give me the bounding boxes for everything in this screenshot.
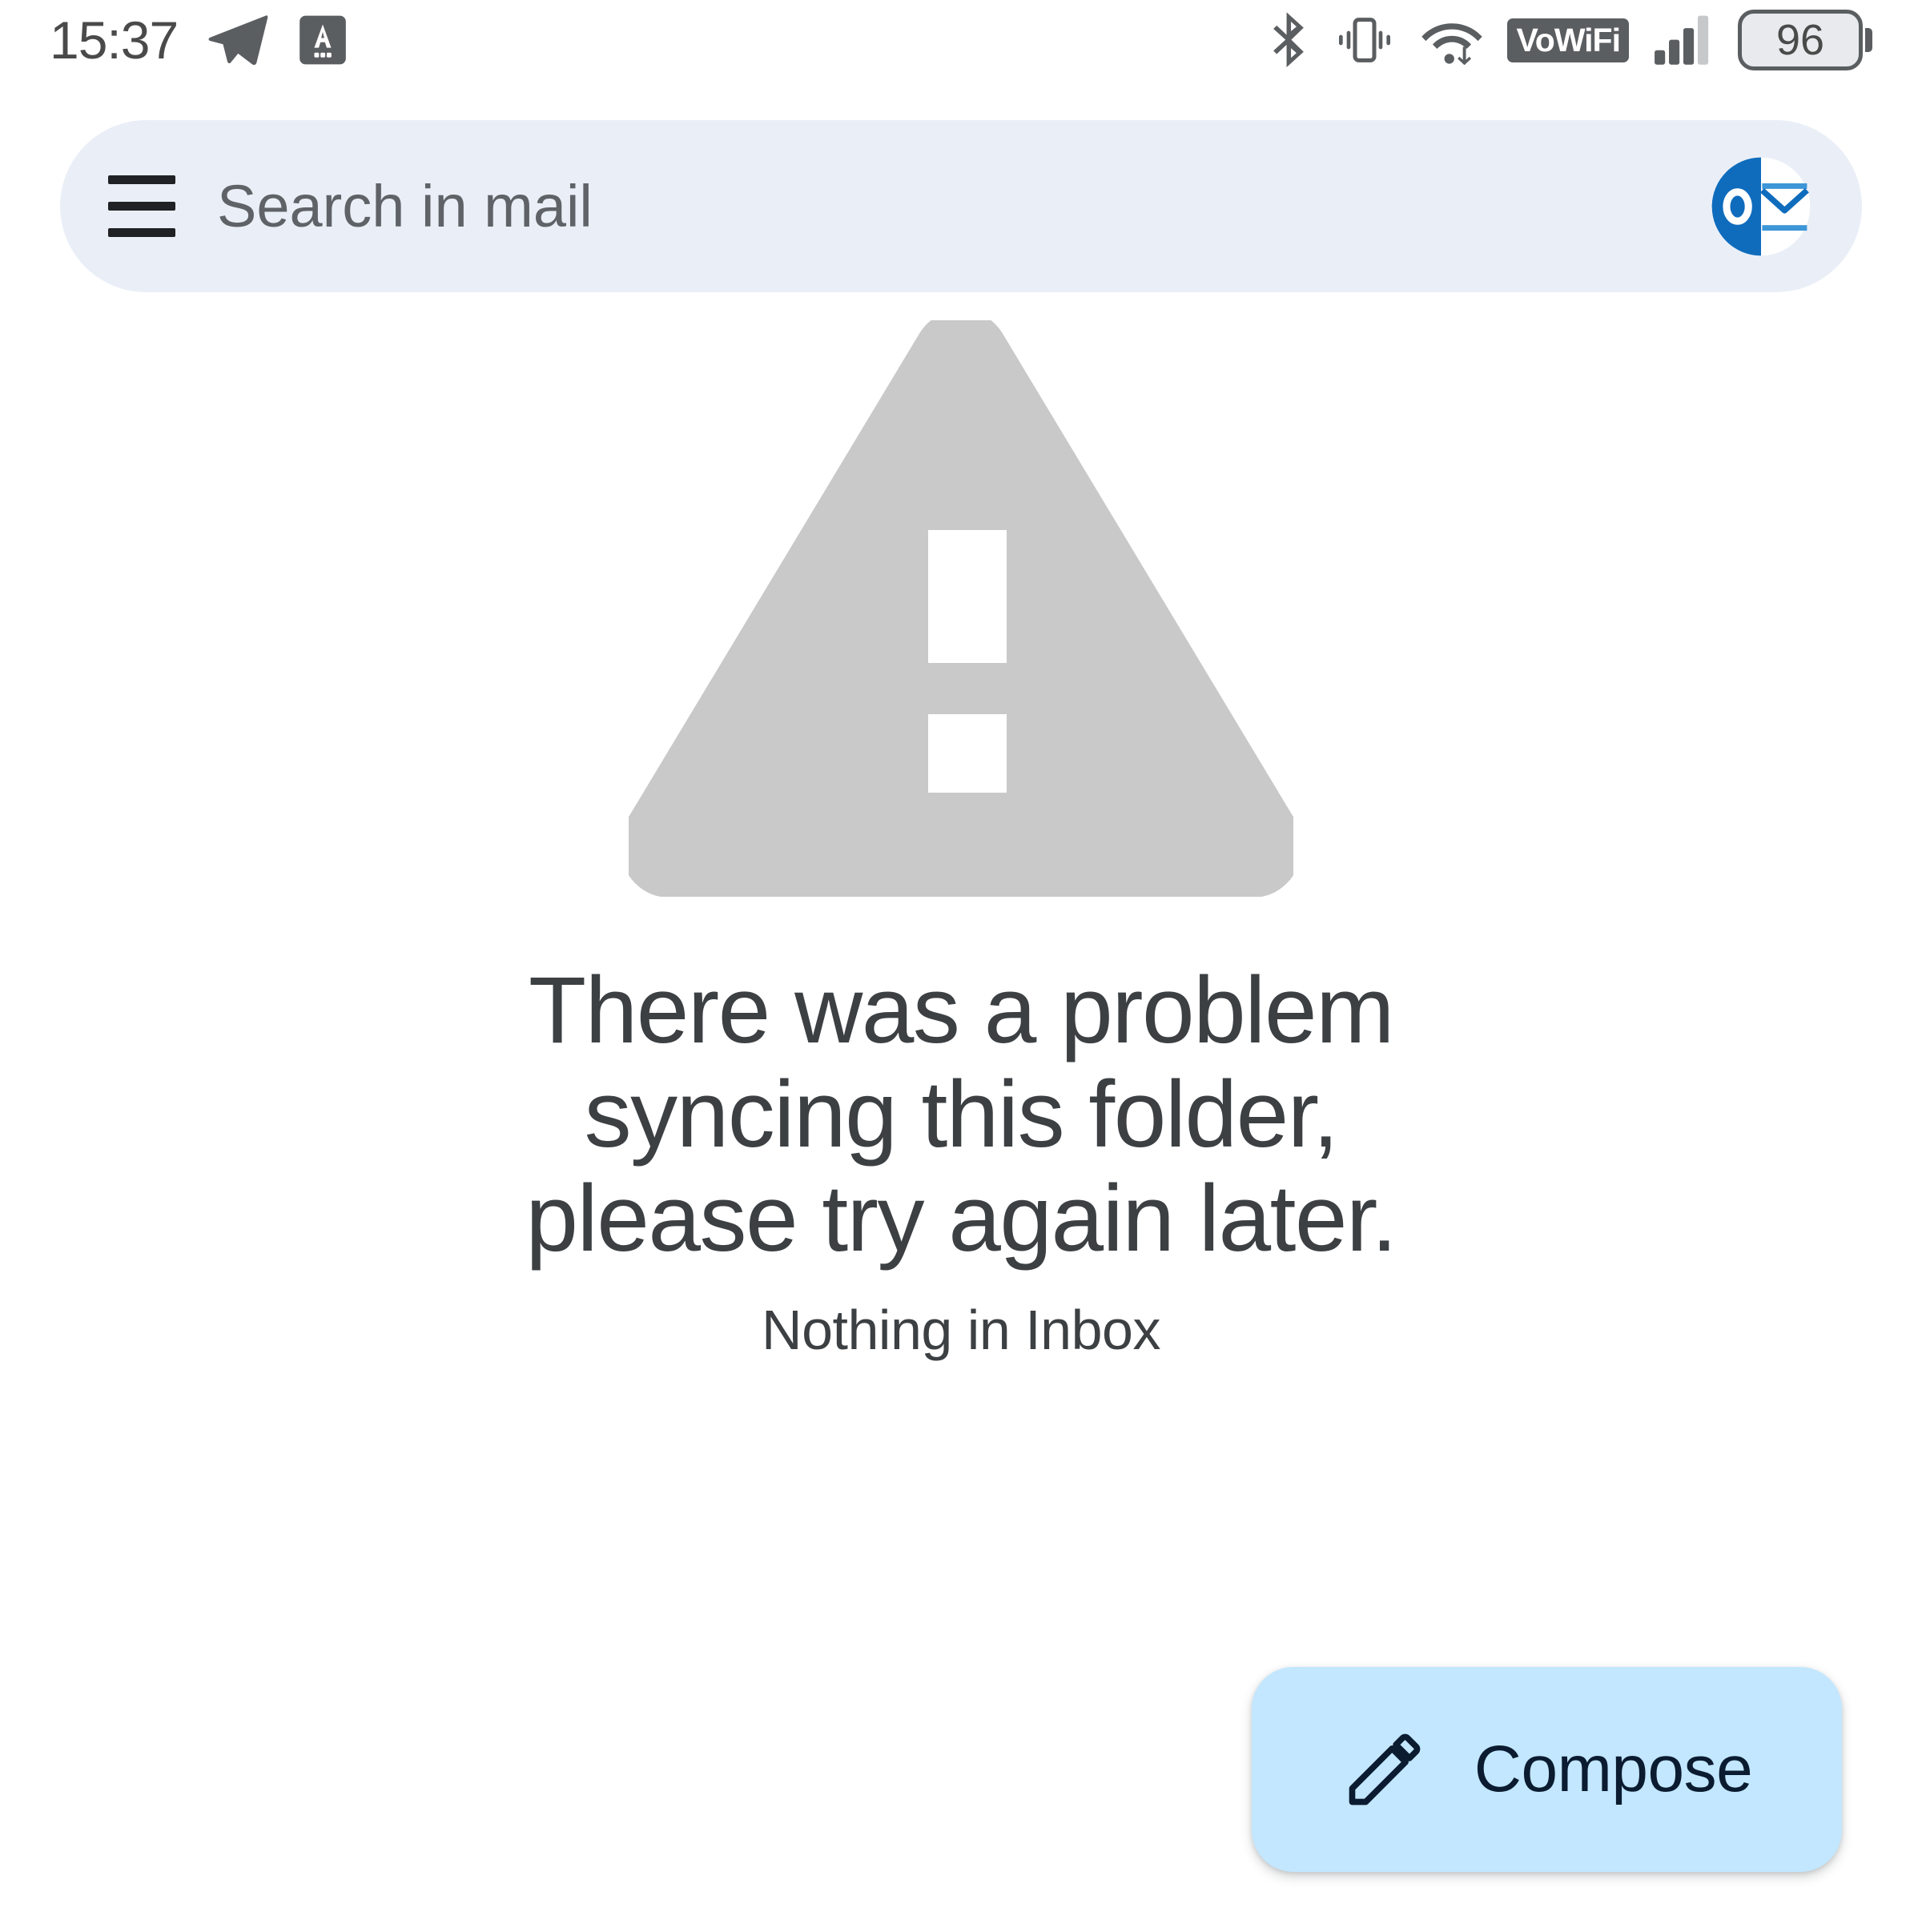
warning-triangle-icon <box>629 320 1293 897</box>
hamburger-menu-icon[interactable] <box>78 143 206 271</box>
wifi-icon <box>1421 23 1483 66</box>
telegram-send-icon <box>208 15 268 66</box>
outlook-logo-icon <box>1711 157 1811 255</box>
vibrate-icon <box>1339 18 1391 62</box>
vowifi-badge: VoWiFi <box>1507 18 1629 62</box>
status-clock: 15:37 <box>50 10 179 70</box>
compose-button[interactable]: Compose <box>1252 1667 1842 1872</box>
battery-level-label: 96 <box>1775 16 1825 64</box>
battery-cap <box>1865 28 1872 52</box>
gmail-inbox-screen: 15:37 VoWiFi 96 Search in mail There was… <box>0 0 1922 1932</box>
empty-state-subtitle: Nothing in Inbox <box>762 1299 1160 1362</box>
signal-bars-icon <box>1655 15 1709 65</box>
compose-label: Compose <box>1474 1733 1753 1805</box>
status-bar: 15:37 VoWiFi 96 <box>0 0 1922 80</box>
menu-bar-2 <box>108 202 175 211</box>
outlook-account-avatar[interactable] <box>1705 151 1817 263</box>
empty-state-container: There was a problem syncing this folder,… <box>0 320 1922 1362</box>
status-bar-left: 15:37 <box>50 14 348 66</box>
battery-indicator: 96 <box>1738 10 1872 70</box>
vowifi-label: VoWiFi <box>1516 21 1621 58</box>
pencil-edit-icon <box>1349 1733 1421 1805</box>
menu-bar-1 <box>108 175 175 184</box>
bluetooth-icon <box>1273 12 1305 67</box>
menu-bar-3 <box>108 228 175 237</box>
empty-state-title: There was a problem syncing this folder,… <box>525 958 1397 1271</box>
search-bar[interactable] <box>60 120 1862 292</box>
status-bar-right: VoWiFi 96 <box>1270 10 1872 70</box>
translate-keyboard-icon <box>300 15 347 65</box>
search-input[interactable] <box>206 172 1705 240</box>
